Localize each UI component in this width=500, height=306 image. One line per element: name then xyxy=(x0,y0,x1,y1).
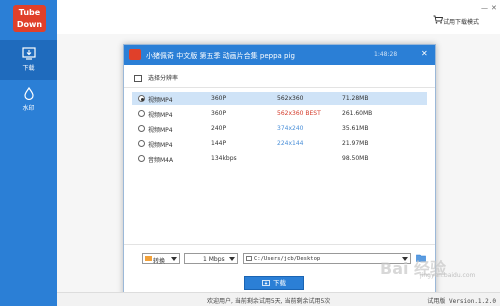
speed-select[interactable]: 1 Mbps xyxy=(184,253,238,264)
app-logo: Tube Down xyxy=(13,5,46,32)
format-row[interactable]: 视频MP4 240P 374x240 35.61MB xyxy=(132,122,427,135)
radio-button[interactable] xyxy=(138,140,145,147)
transcode-select[interactable]: 转换 xyxy=(142,253,180,265)
download-icon xyxy=(262,279,270,286)
format-row[interactable]: 视频MP4 144P 224x144 21.97MB xyxy=(132,137,427,150)
chevron-down-icon xyxy=(171,257,177,261)
size-cell: 98.50MB xyxy=(342,155,369,162)
size-cell: 35.61MB xyxy=(342,125,369,132)
folder-small-icon xyxy=(246,256,252,261)
resolution-cell: 562x360 BEST xyxy=(277,110,321,117)
size-cell: 71.28MB xyxy=(342,95,369,102)
film-icon xyxy=(134,75,142,82)
divider xyxy=(124,244,435,245)
content-area: 小猪佩奇 中文版 第五季 动画片合集 peppa pig 1:48:28 ✕ 选… xyxy=(57,34,500,302)
droplet-icon xyxy=(23,87,34,100)
radio-button[interactable] xyxy=(138,95,145,102)
sidebar-item-watermark[interactable]: 水印 xyxy=(0,80,57,120)
format-cell: 视频MP4 xyxy=(148,142,173,149)
format-row[interactable]: 视频MP4 360P 562x360 BEST 261.60MB xyxy=(132,107,427,120)
close-dialog-icon[interactable]: ✕ xyxy=(421,49,428,58)
quality-cell: 240P xyxy=(211,125,227,132)
format-row[interactable]: 视频MP4 360P 562x360 71.28MB xyxy=(132,92,427,105)
sidebar-item-download[interactable]: 下载 xyxy=(0,40,57,80)
choose-resolution-header: 选择分辨率 xyxy=(134,73,178,82)
transcode-label: 转换 xyxy=(153,258,166,265)
quality-cell: 360P xyxy=(211,110,227,117)
format-row[interactable]: 音频M4A 134kbps 98.50MB xyxy=(132,152,427,165)
radio-button[interactable] xyxy=(138,110,145,117)
size-cell: 21.97MB xyxy=(342,140,369,147)
download-icon xyxy=(21,47,36,60)
quality-cell: 360P xyxy=(211,95,227,102)
save-path-value: C:/Users/jcb/Desktop xyxy=(254,256,321,262)
format-cell: 视频MP4 xyxy=(148,97,173,104)
quality-cell: 144P xyxy=(211,140,227,147)
resolution-cell: 224x144 xyxy=(277,140,304,147)
status-bar: 欢迎用户, 当前剩余试用5天, 当前剩余试用5次 试用版 Version.1.2… xyxy=(57,292,500,306)
chevron-down-icon xyxy=(229,257,235,261)
transcode-icon xyxy=(145,256,152,261)
dialog-title: 小猪佩奇 中文版 第五季 动画片合集 peppa pig xyxy=(146,52,295,60)
speed-value: 1 Mbps xyxy=(203,256,225,263)
resolution-cell: 562x360 xyxy=(277,95,304,102)
app-logo-small xyxy=(129,49,141,60)
video-duration: 1:48:28 xyxy=(374,51,398,58)
cart-icon[interactable] xyxy=(433,15,443,24)
mode-label: 试用下载模式 xyxy=(443,19,480,26)
sidebar-item-label: 水印 xyxy=(22,105,35,112)
watermark-url: jingyan.baidu.com xyxy=(420,272,476,279)
resolution-cell: 374x240 xyxy=(277,125,304,132)
format-cell: 视频MP4 xyxy=(148,112,173,119)
choose-resolution-label: 选择分辨率 xyxy=(148,75,179,82)
trial-message: 欢迎用户, 当前剩余试用5天, 当前剩余试用5次 xyxy=(207,298,331,305)
quality-cell: 134kbps xyxy=(211,155,237,162)
radio-button[interactable] xyxy=(138,155,145,162)
sidebar: Tube Down 下载 水印 xyxy=(0,0,57,306)
minimize-icon[interactable]: — xyxy=(481,4,488,12)
dialog-titlebar: 小猪佩奇 中文版 第五季 动画片合集 peppa pig 1:48:28 ✕ xyxy=(124,45,435,65)
format-cell: 音频M4A xyxy=(148,157,174,164)
version-label: 试用版 Version.1.2.0 xyxy=(427,298,496,305)
download-button[interactable]: 下载 xyxy=(244,276,304,290)
download-button-label: 下载 xyxy=(273,279,286,287)
radio-button[interactable] xyxy=(138,125,145,132)
sidebar-item-label: 下载 xyxy=(22,65,35,72)
divider xyxy=(124,87,435,88)
close-window-icon[interactable]: ✕ xyxy=(491,4,497,12)
format-cell: 视频MP4 xyxy=(148,127,173,134)
size-cell: 261.60MB xyxy=(342,110,373,117)
